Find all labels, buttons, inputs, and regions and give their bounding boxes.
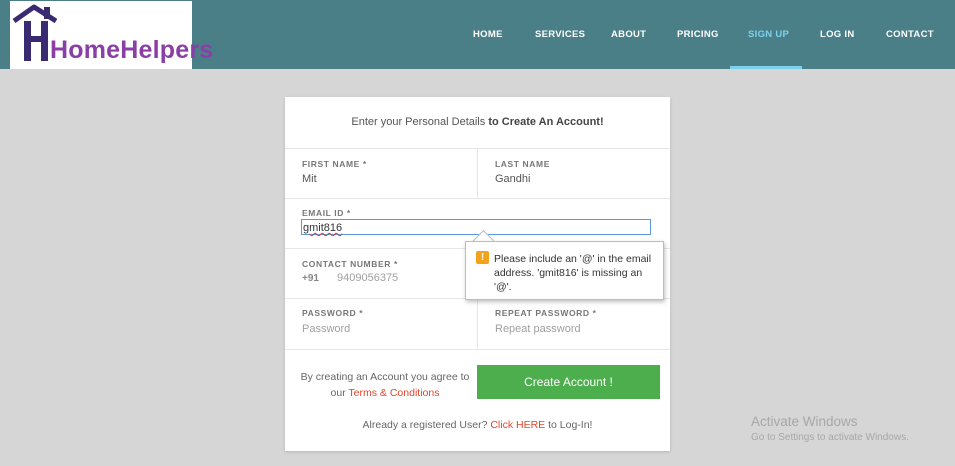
first-name-label: FIRST NAME *	[302, 159, 367, 169]
nav-services[interactable]: SERVICES	[535, 29, 585, 40]
validation-tooltip: ! Please include an '@' in the email add…	[465, 241, 664, 300]
nav-log-in[interactable]: LOG IN	[820, 29, 855, 40]
repeat-password-field[interactable]: REPEAT PASSWORD * Repeat password	[477, 298, 671, 349]
login-prefix: Already a registered User?	[362, 419, 491, 431]
repeat-password-placeholder: Repeat password	[495, 323, 581, 335]
repeat-password-label: REPEAT PASSWORD *	[495, 308, 597, 318]
heading-prefix: Enter your Personal Details	[351, 116, 489, 128]
contact-number-input[interactable]: 9409056375	[337, 272, 398, 284]
validation-message: Please include an '@' in the email addre…	[494, 253, 652, 293]
contact-label: CONTACT NUMBER *	[302, 259, 398, 269]
nav-sign-up[interactable]: SIGN UP	[748, 29, 789, 40]
nav-home[interactable]: HOME	[473, 29, 503, 40]
top-navbar: HomeHelpers HOME SERVICES ABOUT PRICING …	[0, 0, 955, 69]
heading-bold: to Create An Account!	[488, 116, 604, 128]
last-name-value: Gandhi	[495, 173, 531, 185]
name-row: FIRST NAME * Mit LAST NAME Gandhi	[285, 148, 670, 199]
country-code[interactable]: +91	[302, 273, 319, 284]
login-suffix: to Log-In!	[545, 419, 593, 431]
login-link[interactable]: Click HERE	[490, 419, 545, 431]
password-row: PASSWORD * Password REPEAT PASSWORD * Re…	[285, 298, 670, 350]
create-account-button[interactable]: Create Account !	[477, 365, 660, 399]
login-prompt: Already a registered User? Click HERE to…	[285, 419, 670, 431]
logo[interactable]: HomeHelpers	[10, 1, 213, 69]
nav-about[interactable]: ABOUT	[611, 29, 646, 40]
terms-note: By creating an Account you agree to our …	[299, 369, 471, 401]
activate-windows-subtitle: Go to Settings to activate Windows.	[751, 432, 909, 443]
password-label: PASSWORD *	[302, 308, 364, 318]
card-heading: Enter your Personal Details to Create An…	[285, 97, 670, 149]
activate-windows-title: Activate Windows	[751, 414, 858, 429]
email-input[interactable]: gmit816	[301, 219, 651, 235]
last-name-label: LAST NAME	[495, 159, 550, 169]
nav-contact[interactable]: CONTACT	[886, 29, 934, 40]
terms-link[interactable]: Terms & Conditions	[348, 387, 439, 399]
email-value: gmit816	[303, 222, 343, 234]
brand-name: HomeHelpers	[50, 36, 214, 64]
warning-icon: !	[476, 251, 489, 264]
nav-pricing[interactable]: PRICING	[677, 29, 719, 40]
password-field[interactable]: PASSWORD * Password	[285, 298, 477, 349]
first-name-value: Mit	[302, 173, 317, 185]
password-placeholder: Password	[302, 323, 351, 335]
active-nav-indicator	[730, 66, 802, 69]
email-label: EMAIL ID *	[302, 208, 351, 218]
last-name-field[interactable]: LAST NAME Gandhi	[477, 148, 671, 198]
first-name-field[interactable]: FIRST NAME * Mit	[285, 148, 477, 198]
